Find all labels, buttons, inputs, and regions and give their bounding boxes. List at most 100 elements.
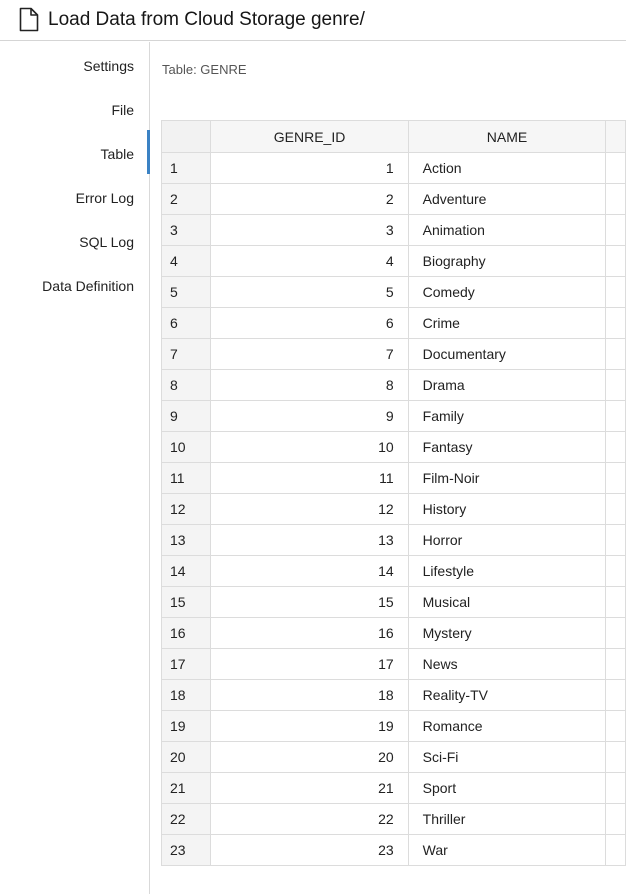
- name-cell[interactable]: Lifestyle: [407, 555, 607, 587]
- row-number-cell[interactable]: 22: [161, 803, 212, 835]
- row-number-cell[interactable]: 1: [161, 152, 212, 184]
- genre-id-cell[interactable]: 1: [210, 152, 409, 184]
- table-row[interactable]: 7 7 Documentary: [161, 338, 626, 370]
- name-cell[interactable]: Drama: [407, 369, 607, 401]
- data-grid[interactable]: GENRE_ID NAME 1 1 Action 2 2 Adventure 3 3 Anima…: [161, 120, 626, 894]
- table-row[interactable]: 15 15 Musical: [161, 586, 626, 618]
- sidebar-item-sql-log[interactable]: SQL Log: [79, 220, 134, 264]
- row-number-cell[interactable]: 23: [161, 834, 212, 866]
- sidebar-item-error-log[interactable]: Error Log: [76, 176, 134, 220]
- table-row[interactable]: 17 17 News: [161, 648, 626, 680]
- row-number-cell[interactable]: 2: [161, 183, 212, 215]
- name-cell[interactable]: History: [407, 493, 607, 525]
- row-number-cell[interactable]: 15: [161, 586, 212, 618]
- sidebar-item-data-definition[interactable]: Data Definition: [42, 264, 134, 308]
- name-cell[interactable]: News: [407, 648, 607, 680]
- row-number-cell[interactable]: 18: [161, 679, 212, 711]
- name-cell[interactable]: Sci-Fi: [407, 741, 607, 773]
- name-cell[interactable]: Animation: [407, 214, 607, 246]
- table-row[interactable]: 16 16 Mystery: [161, 617, 626, 649]
- name-cell[interactable]: Mystery: [407, 617, 607, 649]
- row-number-cell[interactable]: 19: [161, 710, 212, 742]
- genre-id-cell[interactable]: 2: [210, 183, 409, 215]
- row-number-cell[interactable]: 10: [161, 431, 212, 463]
- column-header-genre-id[interactable]: GENRE_ID: [210, 120, 409, 153]
- row-number-cell[interactable]: 8: [161, 369, 212, 401]
- genre-id-cell[interactable]: 10: [210, 431, 409, 463]
- table-row[interactable]: 6 6 Crime: [161, 307, 626, 339]
- genre-id-cell[interactable]: 5: [210, 276, 409, 308]
- name-cell[interactable]: Horror: [407, 524, 607, 556]
- row-number-cell[interactable]: 20: [161, 741, 212, 773]
- genre-id-cell[interactable]: 23: [210, 834, 409, 866]
- genre-id-cell[interactable]: 8: [210, 369, 409, 401]
- genre-id-cell[interactable]: 17: [210, 648, 409, 680]
- table-row[interactable]: 18 18 Reality-TV: [161, 679, 626, 711]
- genre-id-cell[interactable]: 12: [210, 493, 409, 525]
- genre-id-cell[interactable]: 15: [210, 586, 409, 618]
- name-cell[interactable]: Adventure: [407, 183, 607, 215]
- table-row[interactable]: 14 14 Lifestyle: [161, 555, 626, 587]
- row-number-cell[interactable]: 12: [161, 493, 212, 525]
- name-cell[interactable]: Documentary: [407, 338, 607, 370]
- row-number-cell[interactable]: 3: [161, 214, 212, 246]
- table-row[interactable]: 11 11 Film-Noir: [161, 462, 626, 494]
- table-row[interactable]: 4 4 Biography: [161, 245, 626, 277]
- genre-id-cell[interactable]: 7: [210, 338, 409, 370]
- row-number-cell[interactable]: 14: [161, 555, 212, 587]
- genre-id-cell[interactable]: 22: [210, 803, 409, 835]
- genre-id-cell[interactable]: 19: [210, 710, 409, 742]
- table-row[interactable]: 9 9 Family: [161, 400, 626, 432]
- row-number-cell[interactable]: 4: [161, 245, 212, 277]
- table-row[interactable]: 8 8 Drama: [161, 369, 626, 401]
- table-row[interactable]: 21 21 Sport: [161, 772, 626, 804]
- name-cell[interactable]: Thriller: [407, 803, 607, 835]
- name-cell[interactable]: Reality-TV: [407, 679, 607, 711]
- genre-id-cell[interactable]: 21: [210, 772, 409, 804]
- genre-id-cell[interactable]: 14: [210, 555, 409, 587]
- row-number-cell[interactable]: 17: [161, 648, 212, 680]
- row-number-cell[interactable]: 13: [161, 524, 212, 556]
- genre-id-cell[interactable]: 3: [210, 214, 409, 246]
- name-cell[interactable]: Family: [407, 400, 607, 432]
- name-cell[interactable]: Crime: [407, 307, 607, 339]
- name-cell[interactable]: War: [407, 834, 607, 866]
- sidebar-item-table[interactable]: Table: [101, 132, 134, 176]
- name-cell[interactable]: Romance: [407, 710, 607, 742]
- genre-id-cell[interactable]: 6: [210, 307, 409, 339]
- sidebar-item-settings[interactable]: Settings: [83, 44, 134, 88]
- genre-id-cell[interactable]: 9: [210, 400, 409, 432]
- name-cell[interactable]: Musical: [407, 586, 607, 618]
- table-row[interactable]: 5 5 Comedy: [161, 276, 626, 308]
- table-row[interactable]: 13 13 Horror: [161, 524, 626, 556]
- genre-id-cell[interactable]: 4: [210, 245, 409, 277]
- row-number-cell[interactable]: 21: [161, 772, 212, 804]
- name-cell[interactable]: Sport: [407, 772, 607, 804]
- table-row[interactable]: 23 23 War: [161, 834, 626, 866]
- table-row[interactable]: 10 10 Fantasy: [161, 431, 626, 463]
- table-row[interactable]: 1 1 Action: [161, 152, 626, 184]
- column-header-name[interactable]: NAME: [407, 120, 607, 153]
- table-row[interactable]: 2 2 Adventure: [161, 183, 626, 215]
- genre-id-cell[interactable]: 18: [210, 679, 409, 711]
- name-cell[interactable]: Biography: [407, 245, 607, 277]
- sidebar-item-file[interactable]: File: [111, 88, 134, 132]
- row-number-cell[interactable]: 16: [161, 617, 212, 649]
- name-cell[interactable]: Fantasy: [407, 431, 607, 463]
- table-row[interactable]: 20 20 Sci-Fi: [161, 741, 626, 773]
- name-cell[interactable]: Film-Noir: [407, 462, 607, 494]
- name-cell[interactable]: Comedy: [407, 276, 607, 308]
- genre-id-cell[interactable]: 13: [210, 524, 409, 556]
- name-cell[interactable]: Action: [407, 152, 607, 184]
- row-number-cell[interactable]: 6: [161, 307, 212, 339]
- genre-id-cell[interactable]: 16: [210, 617, 409, 649]
- row-number-cell[interactable]: 7: [161, 338, 212, 370]
- row-number-cell[interactable]: 5: [161, 276, 212, 308]
- table-row[interactable]: 22 22 Thriller: [161, 803, 626, 835]
- table-row[interactable]: 3 3 Animation: [161, 214, 626, 246]
- genre-id-cell[interactable]: 20: [210, 741, 409, 773]
- row-number-cell[interactable]: 11: [161, 462, 212, 494]
- table-row[interactable]: 19 19 Romance: [161, 710, 626, 742]
- row-number-cell[interactable]: 9: [161, 400, 212, 432]
- table-row[interactable]: 12 12 History: [161, 493, 626, 525]
